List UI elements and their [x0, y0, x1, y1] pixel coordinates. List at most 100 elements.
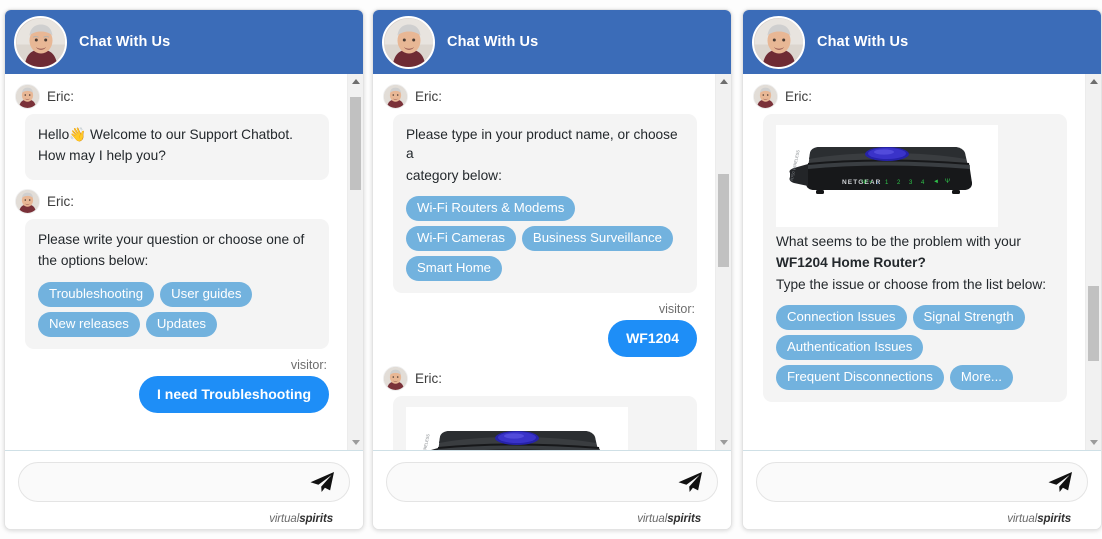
netgear-router-photo: NETGEAR 123 4◄Ψ Ψ ⑂ ↓ [406, 406, 628, 450]
message-input-wrap[interactable] [18, 462, 350, 502]
message-input[interactable] [771, 473, 1047, 491]
message-line: the options below: [38, 253, 149, 269]
brand-part-1: virtual [1007, 513, 1038, 525]
conversation-area-1: Eric: Hello👋 Welcome to our Support Chat… [5, 74, 363, 451]
chip-wifi-cameras[interactable]: Wi-Fi Cameras [406, 226, 516, 252]
agent-avatar-small-icon [15, 188, 40, 214]
send-paper-plane-icon[interactable] [1047, 470, 1073, 494]
sender-name: Eric: [47, 193, 74, 209]
chip-updates[interactable]: Updates [145, 311, 218, 337]
conversation-scrollbar[interactable] [1085, 74, 1101, 450]
message-list-1: Eric: Hello👋 Welcome to our Support Chat… [5, 74, 347, 450]
conversation-scrollbar[interactable] [347, 74, 363, 450]
quick-reply-chips: Connection Issues Signal Strength Authen… [776, 305, 1054, 390]
message-bubble: NETGEAR 123 4◄Ψ Ψ ⑂ ↓ [393, 395, 697, 450]
agent-avatar-small-face [754, 85, 777, 108]
message-bubble: Please write your question or choose one… [25, 218, 329, 349]
message-line: category below: [406, 167, 502, 183]
svg-text:Ψ: Ψ [862, 180, 867, 186]
agent-avatar-icon [14, 15, 67, 69]
message-input-wrap[interactable] [386, 462, 718, 502]
brand-part-1: virtual [269, 513, 300, 525]
agent-avatar-small-icon [383, 84, 408, 109]
brand-part-2: spirits [299, 513, 333, 525]
quick-reply-chips: Wi-Fi Routers & Modems Wi-Fi Cameras Bus… [406, 196, 684, 281]
agent-avatar-small-face [384, 85, 407, 108]
chip-troubleshooting[interactable]: Troubleshooting [38, 281, 155, 307]
message-bubble: Hello👋 Welcome to our Support Chatbot. H… [25, 114, 329, 180]
brand-part-2: spirits [1037, 513, 1071, 525]
message-agent: Eric: Hello👋 Welcome to our Support Chat… [15, 84, 335, 180]
message-sender: Eric: [383, 84, 703, 109]
agent-avatar-icon [382, 15, 435, 69]
chip-smart-home[interactable]: Smart Home [406, 256, 503, 281]
scroll-down-arrow-icon[interactable] [348, 435, 363, 450]
send-paper-plane-icon[interactable] [677, 470, 703, 494]
message-sender: Eric: [15, 188, 335, 214]
message-line: Please write your question or choose one… [38, 231, 305, 247]
message-input-wrap[interactable] [756, 462, 1088, 502]
chip-new-releases[interactable]: New releases [38, 311, 140, 337]
chat-header-3: Chat With Us [743, 10, 1101, 74]
message-line: Hello👋 Welcome to our Support Chatbot. [38, 127, 293, 142]
conversation-scrollbar[interactable] [715, 74, 731, 450]
sender-name: Eric: [415, 89, 442, 104]
chip-signal-strength[interactable]: Signal Strength [912, 305, 1025, 331]
message-line: Please type in your product name, or cho… [406, 127, 678, 162]
message-agent: Eric: Please type in your product name, … [383, 84, 703, 293]
netgear-router-photo: NETGEAR 123 4◄Ψ Ψ ⑂ ↓ [776, 125, 998, 227]
quick-reply-chips: Troubleshooting User guides New releases… [38, 281, 316, 337]
agent-avatar-face [384, 18, 433, 67]
brand-part-2: spirits [667, 513, 701, 525]
message-visitor: visitor: I need Troubleshooting [15, 358, 335, 413]
chip-more[interactable]: More... [949, 365, 1013, 390]
message-agent: Eric: [753, 84, 1073, 402]
visitor-bubble: WF1204 [608, 319, 697, 357]
agent-avatar-small-icon [753, 84, 778, 109]
scroll-down-arrow-icon[interactable] [1086, 435, 1101, 450]
scrollbar-thumb[interactable] [350, 97, 361, 190]
scroll-down-arrow-icon[interactable] [716, 435, 731, 450]
chip-authentication-issues[interactable]: Authentication Issues [776, 335, 924, 361]
scroll-up-arrow-icon[interactable] [1086, 74, 1101, 89]
chat-header-title: Chat With Us [79, 34, 171, 50]
chip-user-guides[interactable]: User guides [160, 281, 253, 307]
scroll-up-arrow-icon[interactable] [348, 74, 363, 89]
chip-frequent-disconnections[interactable]: Frequent Disconnections [776, 365, 944, 390]
agent-avatar-face [16, 18, 65, 67]
agent-avatar-small-face [16, 189, 39, 213]
visitor-label: visitor: [658, 301, 695, 316]
chat-widget-3: Chat With Us Eric: NETGEAR 1 2 3 4 ◄ Ψ Ψ… [742, 9, 1102, 530]
router-model-label: WF1204 Home Router? [776, 255, 926, 271]
agent-avatar-icon [752, 15, 805, 69]
agent-avatar-small-face [384, 366, 407, 390]
scroll-up-arrow-icon[interactable] [716, 74, 731, 89]
composer-3: virtualspirits [743, 451, 1101, 529]
brand-watermark: virtualspirits [18, 502, 350, 525]
conversation-area-3: Eric: NETGEAR 1 2 3 4 ◄ Ψ Ψ ⑂ ↓ N750 WIR… [743, 74, 1101, 451]
message-line: Type the issue or choose from the list b… [776, 276, 1047, 292]
chip-connection-issues[interactable]: Connection Issues [776, 305, 907, 331]
brand-part-1: virtual [637, 513, 668, 525]
message-input[interactable] [33, 473, 309, 491]
message-input[interactable] [401, 473, 677, 491]
chat-header-title: Chat With Us [447, 34, 539, 50]
agent-avatar-small-icon [15, 84, 40, 109]
chip-business-surveillance[interactable]: Business Surveillance [521, 226, 673, 252]
visitor-label: visitor: [290, 357, 327, 372]
agent-avatar-small-face [16, 85, 39, 108]
svg-text:↓: ↓ [876, 180, 879, 186]
scrollbar-thumb[interactable] [1088, 286, 1099, 361]
sender-name: Eric: [785, 89, 812, 104]
conversation-area-2: Eric: Please type in your product name, … [373, 74, 731, 451]
svg-text:⑂: ⑂ [869, 179, 873, 186]
message-agent: Eric: [383, 365, 703, 450]
send-paper-plane-icon[interactable] [309, 470, 335, 494]
chip-wifi-routers-modems[interactable]: Wi-Fi Routers & Modems [406, 196, 576, 222]
message-line: What seems to be the problem with your [776, 234, 1021, 249]
scrollbar-thumb[interactable] [718, 174, 729, 267]
sender-name: Eric: [47, 89, 74, 104]
message-line: How may I help you? [38, 148, 166, 164]
message-sender: Eric: [383, 365, 703, 391]
sender-name: Eric: [415, 370, 442, 386]
